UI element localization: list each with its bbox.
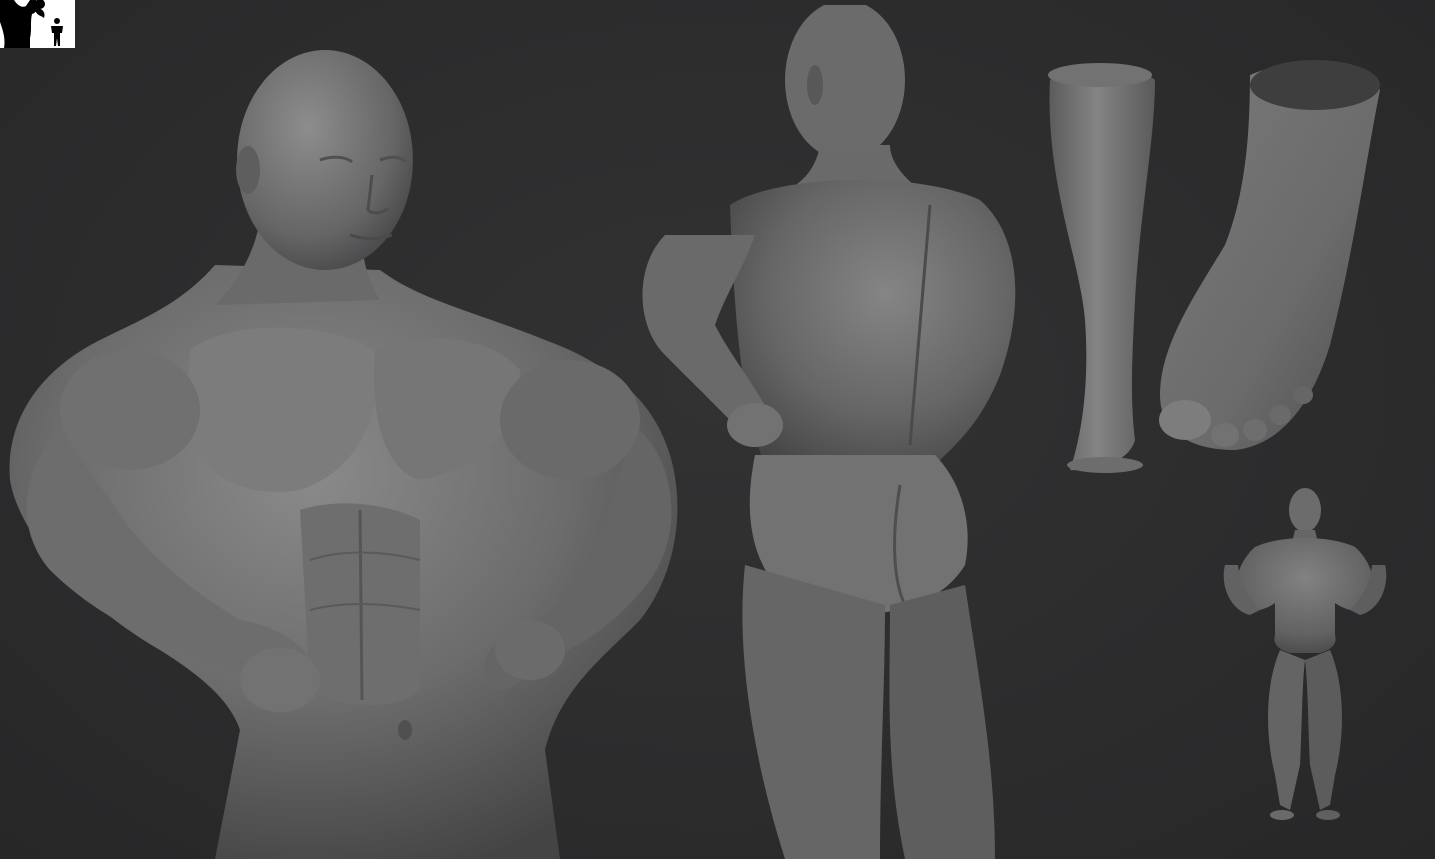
sculpt-foot-icon bbox=[1159, 60, 1380, 450]
full-body-front-view bbox=[1220, 485, 1390, 830]
sculpt-back-icon bbox=[642, 5, 1016, 859]
front-torso-view bbox=[0, 50, 690, 859]
sculpt-front-torso-icon bbox=[9, 50, 678, 859]
viewport-canvas[interactable] bbox=[0, 0, 1435, 859]
silhouette-icon bbox=[0, 0, 75, 48]
sculpt-leg-icon bbox=[1048, 63, 1155, 473]
leg-study bbox=[1040, 60, 1170, 480]
foot-study bbox=[1155, 45, 1385, 455]
silhouette-thumbnail[interactable] bbox=[0, 0, 75, 48]
sculpt-full-body-icon bbox=[1223, 488, 1387, 820]
back-view bbox=[635, 5, 1030, 859]
